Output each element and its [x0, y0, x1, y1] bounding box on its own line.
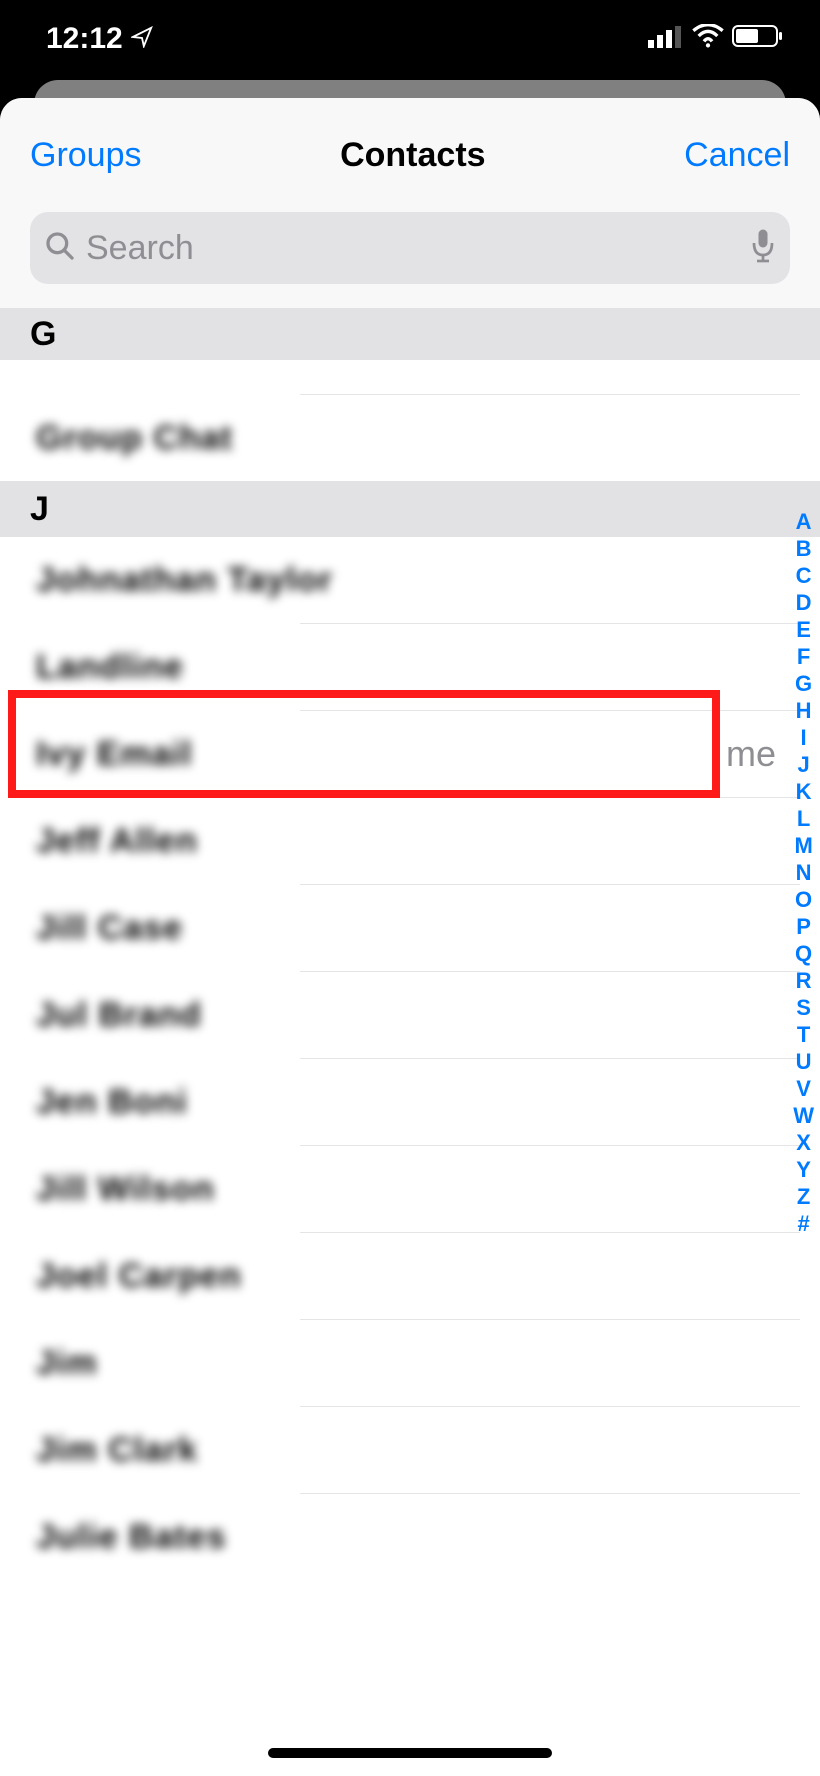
list-item[interactable]: Johnathan Taylor [0, 537, 820, 623]
index-letter[interactable]: I [793, 724, 814, 751]
status-bar: 12:12 [0, 0, 820, 78]
index-letter[interactable]: N [793, 859, 814, 886]
index-letter[interactable]: V [793, 1075, 814, 1102]
index-letter[interactable]: M [793, 832, 814, 859]
contact-name: Ivy Email [36, 735, 192, 774]
index-letter[interactable]: E [793, 616, 814, 643]
index-letter[interactable]: X [793, 1129, 814, 1156]
index-letter[interactable]: R [793, 967, 814, 994]
contacts-sheet: Groups Contacts Cancel G Group Chat J Jo… [0, 98, 820, 1776]
list-item[interactable]: Ivy Email me [0, 711, 820, 797]
contact-name: Jul Brand [36, 996, 202, 1035]
list-item[interactable] [0, 360, 820, 394]
contact-name: Johnathan Taylor [36, 561, 333, 600]
list-item[interactable]: Landline [0, 624, 820, 710]
search-field[interactable] [30, 212, 790, 284]
contact-name: Group Chat [36, 419, 233, 458]
index-letter[interactable]: J [793, 751, 814, 778]
cellular-icon [648, 22, 684, 56]
contacts-list[interactable]: Group Chat J Johnathan Taylor Landline I… [0, 360, 820, 1776]
index-letter[interactable]: A [793, 508, 814, 535]
list-item[interactable]: Jill Case [0, 885, 820, 971]
location-icon [131, 22, 153, 56]
home-indicator[interactable] [268, 1748, 552, 1758]
index-letter[interactable]: O [793, 886, 814, 913]
battery-icon [732, 22, 784, 56]
index-letter[interactable]: K [793, 778, 814, 805]
me-label: me [726, 733, 776, 775]
status-time: 12:12 [46, 22, 123, 56]
contact-name: Jill Case [36, 909, 183, 948]
nav-bar: Groups Contacts Cancel [0, 98, 820, 212]
index-letter[interactable]: P [793, 913, 814, 940]
index-letter[interactable]: L [793, 805, 814, 832]
index-letter[interactable]: S [793, 994, 814, 1021]
index-letter[interactable]: B [793, 535, 814, 562]
list-item[interactable]: Julie Bates [0, 1494, 820, 1580]
index-letter[interactable]: G [793, 670, 814, 697]
search-container [0, 212, 820, 308]
contact-name: Jeff Allen [36, 822, 198, 861]
list-item[interactable]: Jill Wilson [0, 1146, 820, 1232]
search-input[interactable] [86, 229, 740, 268]
index-letter[interactable]: F [793, 643, 814, 670]
index-letter[interactable]: D [793, 589, 814, 616]
contact-name: Landline [36, 648, 184, 687]
contact-name: Jim [36, 1344, 98, 1383]
contact-name: Jim Clark [36, 1431, 198, 1470]
groups-button[interactable]: Groups [30, 136, 142, 175]
index-letter[interactable]: W [793, 1102, 814, 1129]
mic-icon[interactable] [750, 228, 776, 269]
page-title: Contacts [340, 136, 485, 175]
alphabet-index[interactable]: ABCDEFGHIJKLMNOPQRSTUVWXYZ# [793, 508, 814, 1237]
list-item[interactable]: Jim [0, 1320, 820, 1406]
index-letter[interactable]: H [793, 697, 814, 724]
index-letter[interactable]: C [793, 562, 814, 589]
contact-name: Joel Carpen [36, 1257, 242, 1296]
list-item[interactable]: Jim Clark [0, 1407, 820, 1493]
list-item[interactable]: Jeff Allen [0, 798, 820, 884]
index-letter[interactable]: Z [793, 1183, 814, 1210]
section-header: J [0, 481, 820, 537]
list-item[interactable]: Group Chat [0, 395, 820, 481]
list-item[interactable]: Jen Boni [0, 1059, 820, 1145]
pinned-section-header: G [0, 308, 820, 360]
search-icon [44, 230, 76, 267]
index-letter[interactable]: # [793, 1210, 814, 1237]
index-letter[interactable]: Y [793, 1156, 814, 1183]
index-letter[interactable]: U [793, 1048, 814, 1075]
list-item[interactable]: Joel Carpen [0, 1233, 820, 1319]
index-letter[interactable]: Q [793, 940, 814, 967]
index-letter[interactable]: T [793, 1021, 814, 1048]
contact-name: Jen Boni [36, 1083, 188, 1122]
contact-name: Jill Wilson [36, 1170, 215, 1209]
wifi-icon [692, 22, 724, 56]
cancel-button[interactable]: Cancel [684, 136, 790, 175]
contact-name: Julie Bates [36, 1518, 227, 1557]
list-item[interactable]: Jul Brand [0, 972, 820, 1058]
